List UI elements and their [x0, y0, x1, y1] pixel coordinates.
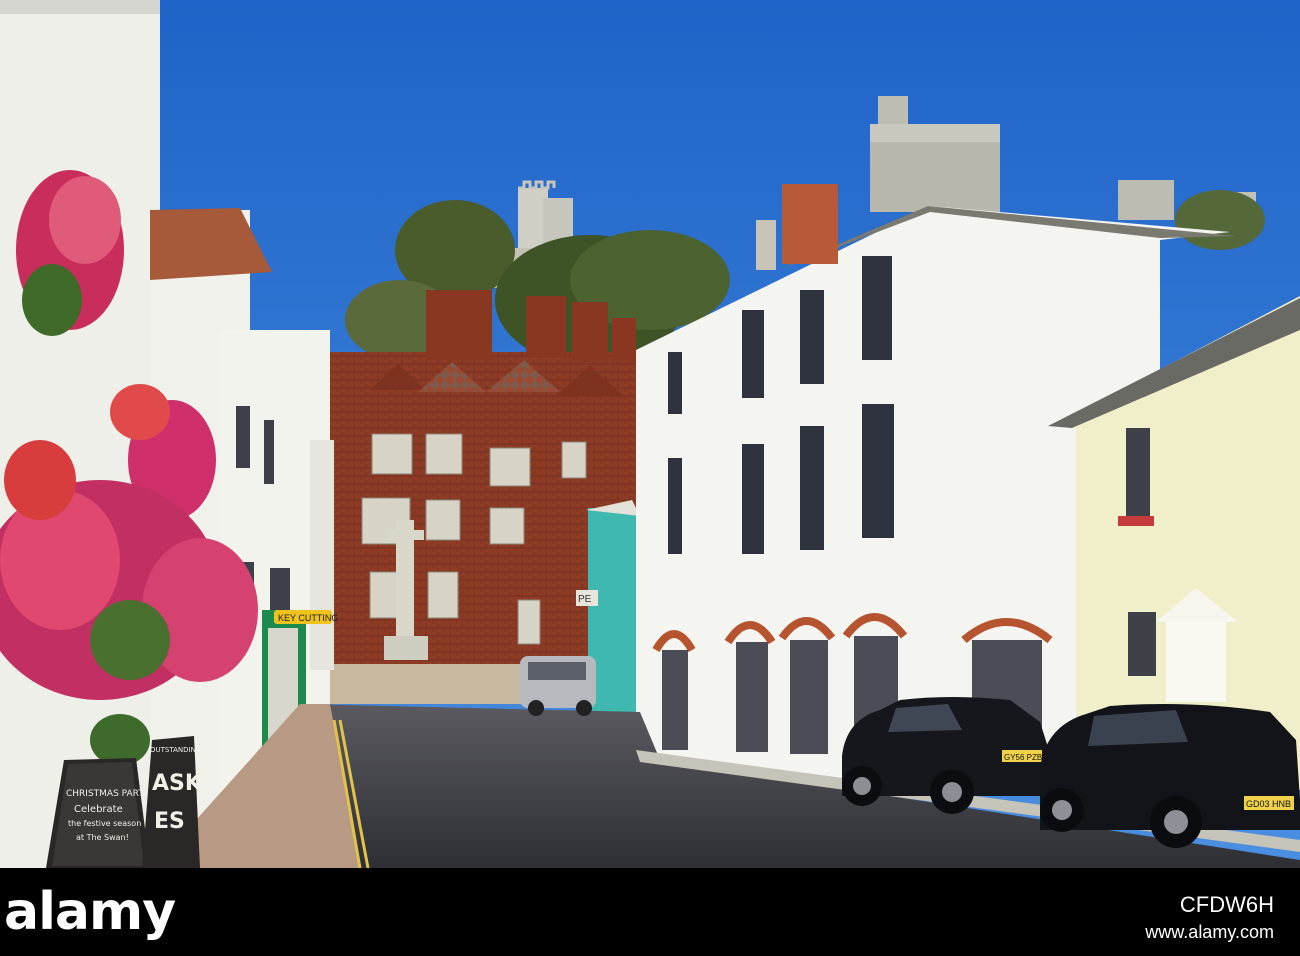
- chalk-word-2: ES: [154, 809, 185, 834]
- chalk-word-1: ASK: [152, 771, 203, 796]
- shop-fascia-text: PE: [578, 594, 592, 605]
- chalkboard-right: OUTSTANDING ASK ES: [142, 736, 203, 868]
- chalk-top: OUTSTANDING: [150, 746, 201, 754]
- chalk-line-1: CHRISTMAS PARTY??: [66, 789, 159, 799]
- watermark-footer: [0, 868, 1300, 956]
- chalk-line-3: the festive season: [68, 819, 141, 828]
- street-photo: GY56 PZB GD03 HNB KEY CUTTING PE CHRISTM…: [0, 0, 1300, 868]
- silver-car: [520, 656, 596, 716]
- teal-shop: [588, 508, 644, 718]
- key-cutting-text: KEY CUTTING: [278, 613, 338, 623]
- chalk-line-2: Celebrate: [74, 804, 123, 815]
- key-cutting-sign: KEY CUTTING: [274, 610, 338, 624]
- flint-wall: [320, 664, 540, 704]
- chalk-line-4: at The Swan!: [76, 833, 129, 842]
- alamy-logo: alamy: [4, 882, 176, 942]
- left-car-plate: GY56 PZB: [1004, 753, 1042, 762]
- street-scene-svg: GY56 PZB GD03 HNB KEY CUTTING PE CHRISTM…: [0, 0, 1300, 868]
- right-car-plate: GD03 HNB: [1246, 799, 1291, 809]
- black-car-right: GD03 HNB: [1040, 704, 1300, 848]
- site-caption: www.alamy.com: [1145, 922, 1274, 942]
- image-id: CFDW6H: [1179, 892, 1274, 917]
